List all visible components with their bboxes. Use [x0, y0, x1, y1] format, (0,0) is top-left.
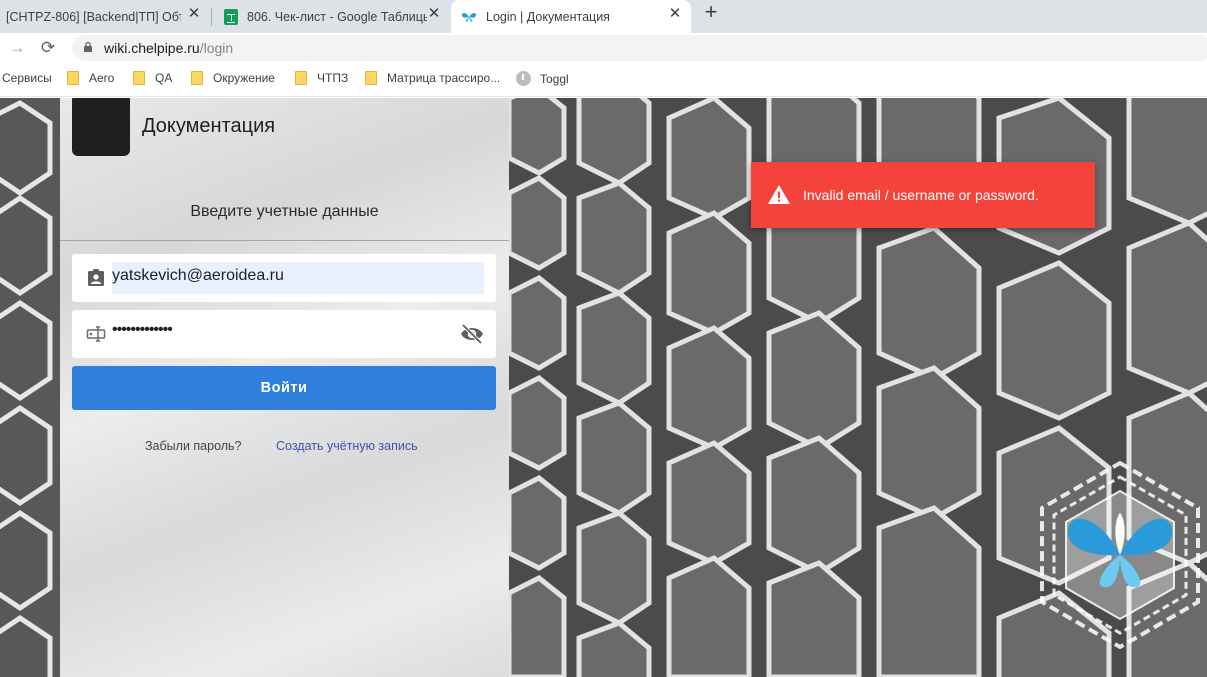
url-host: wiki.chelpipe.ru: [104, 40, 200, 56]
tab-jira[interactable]: [CHTPZ-806] [Backend|ТП] Объе ✕: [0, 0, 210, 33]
folder-icon: [295, 71, 307, 85]
folder-icon: [191, 71, 203, 85]
eye-off-icon[interactable]: [460, 323, 484, 345]
bookmark-qa[interactable]: QA: [133, 71, 172, 85]
folder-icon: [67, 71, 79, 85]
tab-sheets[interactable]: 806. Чек-лист - Google Таблицы ✕: [212, 0, 450, 33]
bookmark-label: Сервисы: [2, 71, 52, 85]
lock-icon: [84, 42, 92, 52]
password-icon: [86, 326, 106, 342]
url-path: /login: [199, 40, 234, 56]
error-toast: Invalid email / username or password.: [751, 162, 1095, 228]
login-panel: Документация Введите учетные данные yats…: [60, 98, 509, 677]
tab-title: 806. Чек-лист - Google Таблицы: [247, 9, 427, 24]
close-icon[interactable]: ✕: [667, 6, 683, 22]
create-account-link[interactable]: Создать учётную запись: [276, 439, 418, 453]
warning-icon: [768, 185, 790, 204]
reload-icon[interactable]: ⟳: [38, 38, 58, 58]
url-text: wiki.chelpipe.ru/login: [104, 40, 233, 56]
divider: [60, 240, 509, 241]
new-tab-button[interactable]: +: [700, 1, 722, 24]
tab-title: Login | Документация: [486, 9, 610, 24]
address-bar[interactable]: wiki.chelpipe.ru/login: [72, 35, 1207, 61]
page-viewport: Документация Введите учетные данные yats…: [0, 98, 1207, 677]
background-image-left: [0, 98, 60, 677]
login-subtitle: Введите учетные данные: [190, 203, 379, 220]
brand-logo: [72, 98, 130, 156]
page-title: Документация: [142, 115, 276, 137]
error-message: Invalid email / username or password.: [803, 187, 1039, 203]
browser-toolbar: → ⟳ wiki.chelpipe.ru/login: [0, 33, 1207, 63]
bookmark-label: QA: [155, 71, 173, 85]
brand-watermark-logo: [1040, 460, 1200, 650]
bookmark-label: ЧТПЗ: [317, 71, 349, 85]
bookmark-label: Матрица трассиро...: [387, 71, 501, 85]
tab-login[interactable]: Login | Документация ✕: [451, 0, 691, 33]
forgot-password-link[interactable]: Забыли пароль?: [145, 439, 242, 453]
bookmark-chtpz[interactable]: ЧТПЗ: [295, 71, 348, 85]
folder-icon: [133, 71, 145, 85]
password-value: •••••••••••••: [112, 321, 173, 338]
tab-title: [CHTPZ-806] [Backend|ТП] Объе: [6, 9, 181, 24]
bookmarks-bar: Сервисы Aero QA Окружение ЧТПЗ Матрица т…: [0, 63, 1207, 97]
honeycomb-pattern: [0, 100, 53, 677]
bookmark-environment[interactable]: Окружение: [191, 71, 275, 85]
google-sheets-icon: [224, 8, 238, 25]
folder-icon: [365, 71, 377, 85]
tab-strip: [CHTPZ-806] [Backend|ТП] Объе ✕ 806. Чек…: [0, 0, 1207, 33]
password-field[interactable]: •••••••••••••: [72, 310, 496, 358]
bookmark-services[interactable]: Сервисы: [2, 71, 52, 85]
login-button[interactable]: Войти: [72, 366, 496, 410]
bookmark-label: Окружение: [213, 71, 275, 85]
forward-icon[interactable]: →: [7, 38, 27, 58]
butterfly-icon: [462, 12, 476, 22]
bookmark-trace-matrix[interactable]: Матрица трассиро...: [365, 71, 500, 85]
bookmark-aero[interactable]: Aero: [67, 71, 114, 85]
toggl-icon: [516, 71, 531, 86]
email-value: yatskevich@aeroidea.ru: [112, 267, 284, 284]
bookmark-toggl[interactable]: Toggl: [516, 71, 569, 86]
bookmark-label: Aero: [89, 71, 115, 85]
close-icon[interactable]: ✕: [186, 6, 202, 22]
contact-card-icon: [88, 269, 104, 286]
bookmark-label: Toggl: [540, 71, 569, 86]
email-field[interactable]: yatskevich@aeroidea.ru: [72, 254, 496, 302]
close-icon[interactable]: ✕: [426, 6, 442, 22]
